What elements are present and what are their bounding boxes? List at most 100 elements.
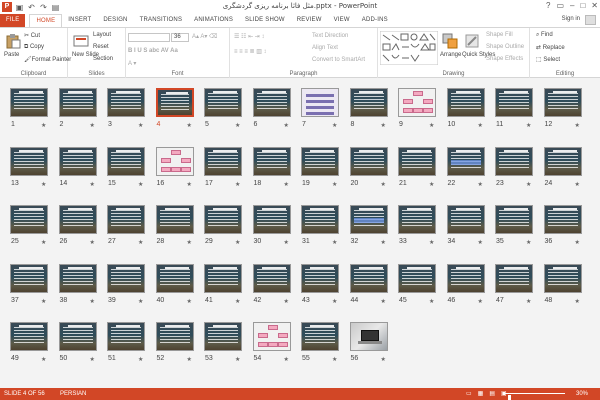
transition-star-icon[interactable]: ★ [332,298,337,305]
transition-star-icon[interactable]: ★ [526,122,531,129]
slide-thumbnail[interactable] [301,205,339,234]
slide-thumbnail[interactable] [252,263,291,293]
slide-thumbnail[interactable] [10,263,48,293]
transition-star-icon[interactable]: ★ [429,122,434,129]
transition-star-icon[interactable]: ★ [429,239,434,246]
slide-thumbnail[interactable] [58,263,97,293]
transition-star-icon[interactable]: ★ [332,181,337,188]
transition-star-icon[interactable]: ★ [187,122,192,129]
convert-smartart-button[interactable]: Convert to SmartArt [312,57,365,63]
grow-font-icon[interactable]: A▴ A▾ ⌫ [192,33,218,40]
transition-star-icon[interactable]: ★ [235,356,240,363]
slide-thumbnail[interactable] [10,146,48,176]
arrange-button[interactable]: Arrange [440,52,461,58]
tab-transitions[interactable]: TRANSITIONS [134,14,189,27]
reading-view-icon[interactable]: ▤ [489,388,495,400]
slide-thumbnail[interactable] [446,263,485,293]
transition-star-icon[interactable]: ★ [187,356,192,363]
tab-review[interactable]: REVIEW [291,14,328,27]
normal-view-icon[interactable]: ▭ [466,388,472,400]
new-slide-icon[interactable] [73,33,89,49]
slide-thumbnail[interactable] [155,88,194,117]
slide-thumbnail[interactable] [10,322,48,351]
slide-thumbnail[interactable] [107,263,145,293]
slide-thumbnail[interactable] [495,263,533,293]
slide-thumbnail[interactable] [107,205,145,234]
slide-thumbnail[interactable] [349,263,388,293]
slide-thumbnail[interactable] [204,322,242,351]
transition-star-icon[interactable]: ★ [332,122,337,129]
transition-star-icon[interactable]: ★ [41,298,46,305]
slide-thumbnail[interactable] [107,146,145,176]
zoom-slider[interactable] [505,393,565,400]
transition-star-icon[interactable]: ★ [235,181,240,188]
slide-thumbnail[interactable] [398,263,436,293]
transition-star-icon[interactable]: ★ [90,356,95,363]
quick-styles-icon[interactable] [464,33,480,49]
slide-thumbnail[interactable] [398,205,436,234]
paste-button[interactable]: Paste [4,52,19,58]
transition-star-icon[interactable]: ★ [526,239,531,246]
slide-thumbnail[interactable] [301,146,339,176]
slide-thumbnail[interactable] [252,146,291,176]
transition-star-icon[interactable]: ★ [138,181,143,188]
transition-star-icon[interactable]: ★ [138,356,143,363]
shape-effects-button[interactable]: Shape Effects [486,56,523,62]
transition-star-icon[interactable]: ★ [187,181,192,188]
transition-star-icon[interactable]: ★ [187,239,192,246]
slide-thumbnail[interactable] [155,205,194,234]
font-name-box[interactable] [128,33,170,42]
transition-star-icon[interactable]: ★ [138,239,143,246]
tab-design[interactable]: DESIGN [97,14,133,27]
font-color-icon[interactable]: A ▾ [128,60,136,67]
slide-thumbnail[interactable] [543,88,582,117]
slide-thumbnail[interactable] [10,88,48,117]
tab-animations[interactable]: ANIMATIONS [188,14,239,27]
text-format-icons[interactable]: B I U S abc AV Aa [128,48,178,54]
slide-thumbnail[interactable] [543,205,582,234]
slide-thumbnail[interactable] [495,88,533,117]
list-icons[interactable]: ☰ ☷ ⇤ ⇥ ↕ [234,33,264,40]
replace-button[interactable]: ⇄ Replace [536,44,565,51]
transition-star-icon[interactable]: ★ [478,181,483,188]
close-icon[interactable]: ✕ [591,1,598,10]
arrange-icon[interactable] [442,33,458,49]
slide-sorter-icon[interactable]: ▦ [478,388,484,400]
transition-star-icon[interactable]: ★ [381,356,386,363]
transition-star-icon[interactable]: ★ [526,298,531,305]
slide-thumbnail[interactable] [204,205,242,234]
transition-star-icon[interactable]: ★ [429,298,434,305]
transition-star-icon[interactable]: ★ [284,356,289,363]
transition-star-icon[interactable]: ★ [90,181,95,188]
transition-star-icon[interactable]: ★ [235,122,240,129]
transition-star-icon[interactable]: ★ [381,239,386,246]
transition-star-icon[interactable]: ★ [235,239,240,246]
transition-star-icon[interactable]: ★ [284,122,289,129]
slide-thumbnail[interactable] [58,88,97,117]
ribbon-display-icon[interactable]: ▭ [556,1,564,10]
transition-star-icon[interactable]: ★ [526,181,531,188]
slide-thumbnail[interactable] [398,146,436,176]
transition-star-icon[interactable]: ★ [478,298,483,305]
slide-thumbnail[interactable] [446,146,485,176]
copy-button[interactable]: ⧉ Copy [24,44,44,51]
slide-thumbnail[interactable] [301,263,339,293]
zoom-level[interactable]: 30% [576,388,588,400]
slide-thumbnail[interactable] [495,146,533,176]
maximize-icon[interactable]: □ [580,1,585,10]
transition-star-icon[interactable]: ★ [90,298,95,305]
tab-insert[interactable]: INSERT [62,14,97,27]
minimize-icon[interactable]: – [570,1,574,10]
tab-add-ins[interactable]: ADD-INS [356,14,394,27]
transition-star-icon[interactable]: ★ [381,298,386,305]
avatar[interactable] [585,15,596,25]
cut-button[interactable]: ✂ Cut [24,32,40,39]
language-indicator[interactable]: PERSIAN [60,388,86,400]
slide-thumbnail[interactable] [155,322,194,351]
select-button[interactable]: ⬚ Select [536,56,560,63]
tab-slide-show[interactable]: SLIDE SHOW [239,14,291,27]
find-button[interactable]: ⌕ Find [536,32,553,39]
slide-thumbnail[interactable] [155,263,194,293]
slide-thumbnail[interactable] [204,263,242,293]
transition-star-icon[interactable]: ★ [381,181,386,188]
